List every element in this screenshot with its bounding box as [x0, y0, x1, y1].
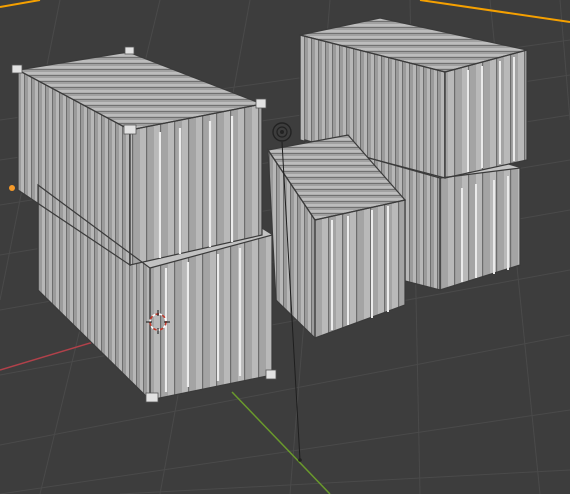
3d-viewport[interactable] — [0, 0, 570, 494]
origin-dot-icon[interactable] — [9, 185, 15, 191]
